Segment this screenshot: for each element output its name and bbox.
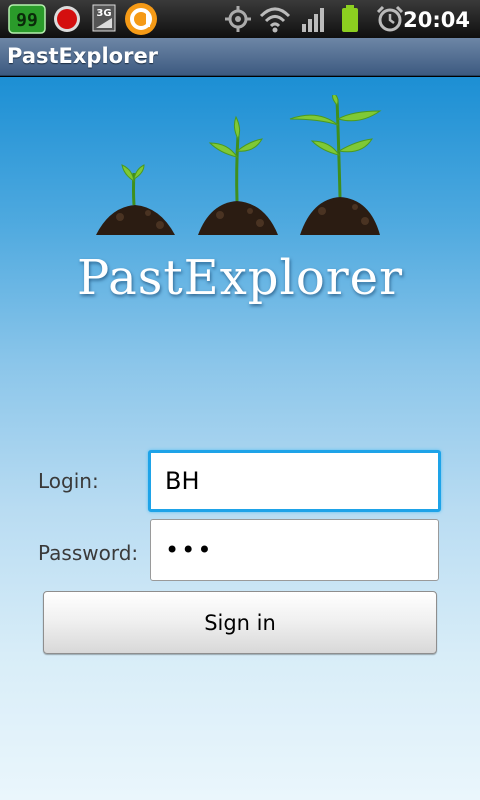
password-input[interactable] [150, 519, 439, 581]
app-notification-icon [125, 3, 157, 35]
login-input[interactable] [148, 450, 441, 512]
record-icon [54, 6, 80, 32]
login-label: Login: [38, 469, 99, 493]
title-bar: PastExplorer [0, 38, 480, 76]
signal-icon [302, 8, 324, 32]
battery-badge-icon: 99 [8, 4, 46, 34]
sprouts-logo-icon [96, 95, 382, 235]
alarm-icon [376, 5, 404, 32]
clock: 20:04 [403, 8, 470, 32]
svg-text:3G: 3G [96, 8, 111, 19]
gps-icon [225, 6, 251, 32]
app-title: PastExplorer [7, 44, 159, 68]
logo-title: PastExplorer [76, 250, 404, 306]
login-screen: PastExplorer Login: Password: Sign in [0, 77, 480, 800]
wifi-icon [259, 7, 291, 33]
password-label: Password: [38, 541, 139, 565]
battery-icon [342, 5, 358, 32]
svg-text:99: 99 [16, 10, 38, 31]
3g-icon: 3G [92, 4, 116, 32]
status-bar: 99 3G 20:04 [0, 0, 480, 38]
sign-in-button[interactable]: Sign in [43, 591, 437, 654]
